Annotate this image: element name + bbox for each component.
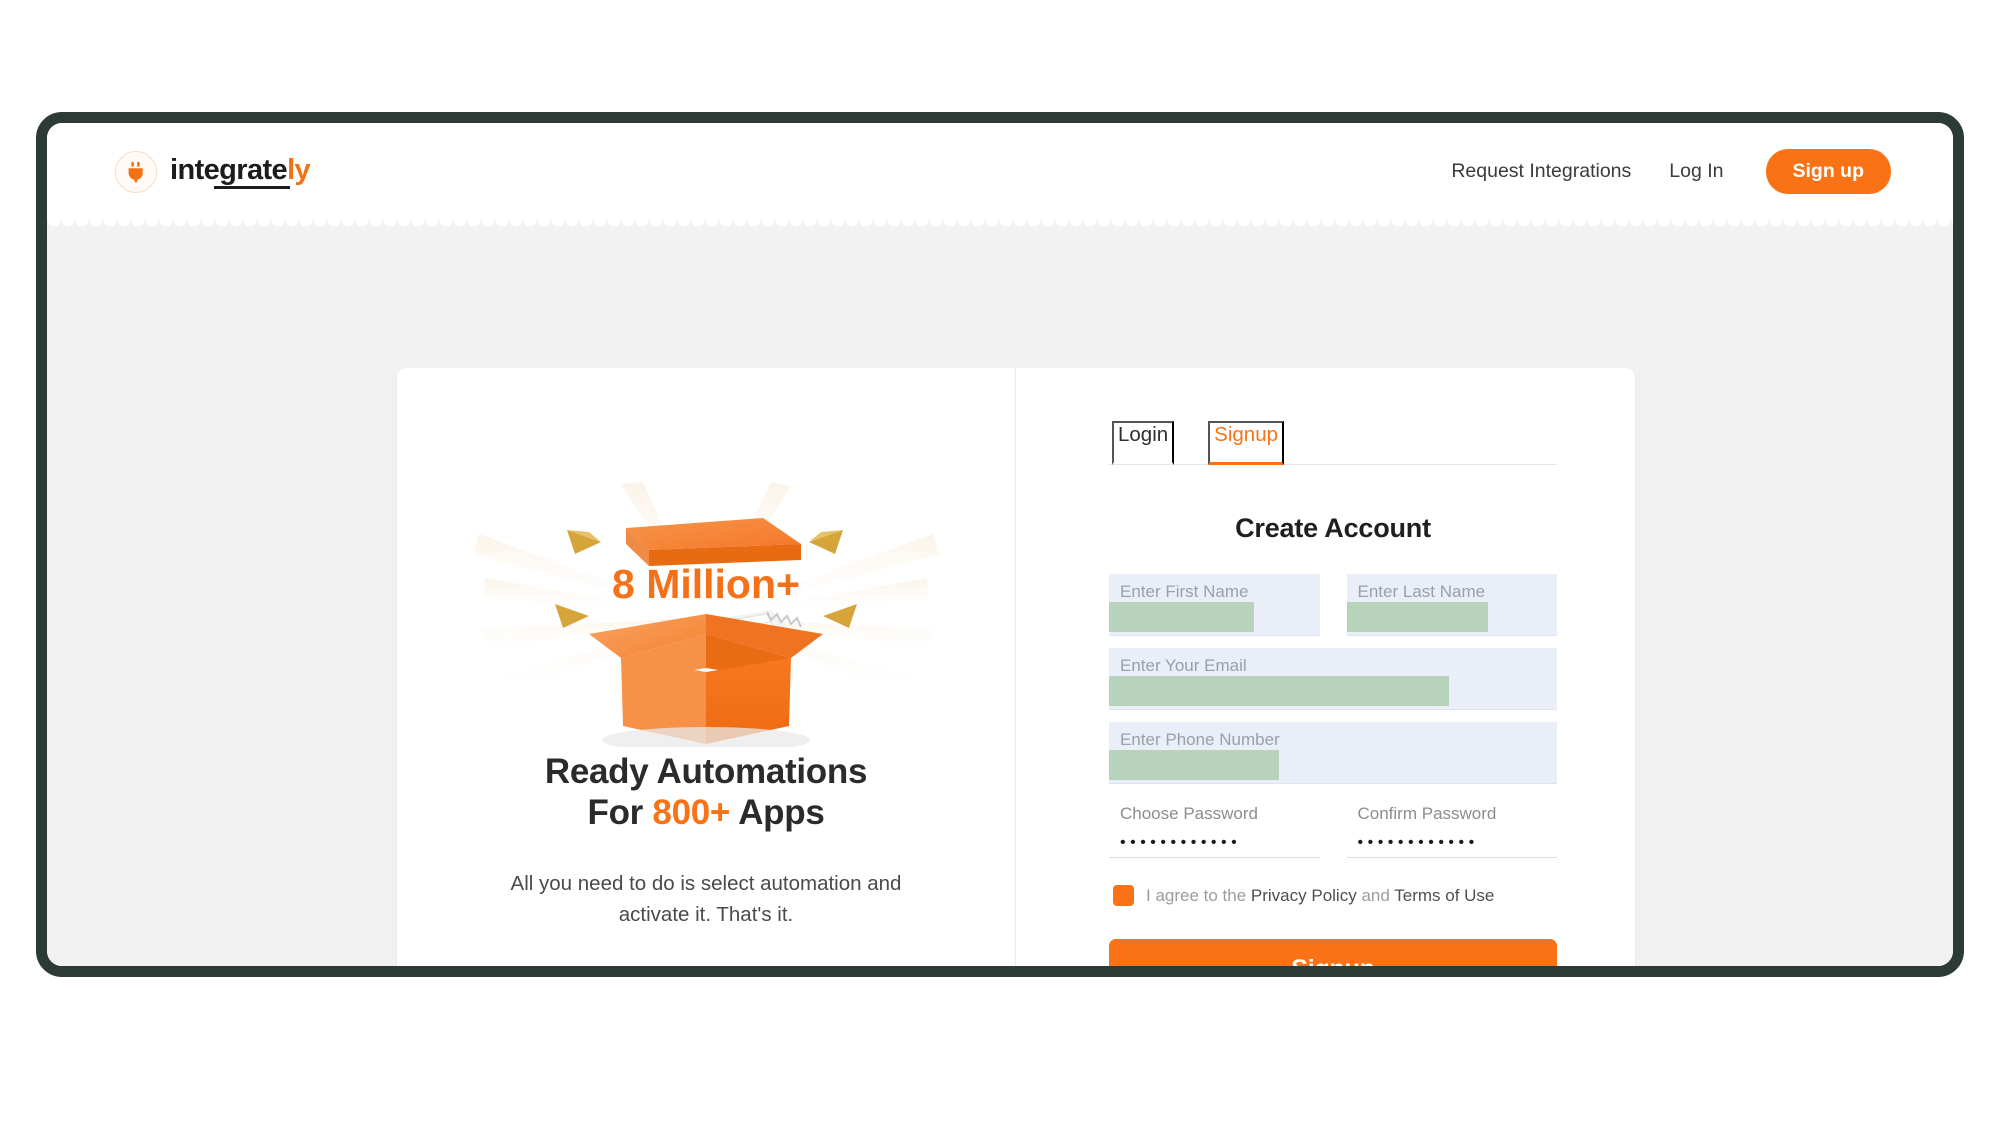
first-name-label: Enter First Name (1120, 582, 1249, 601)
form-panel: Login Signup Create Account Enter First … (1016, 368, 1635, 966)
plug-logo-icon (115, 150, 157, 193)
last-name-label: Enter Last Name (1357, 582, 1486, 601)
brand-logo[interactable]: integrately (115, 150, 311, 193)
sign-up-button[interactable]: Sign up (1765, 149, 1891, 194)
last-name-input[interactable]: Enter Last Name (1346, 574, 1557, 636)
signup-form: Enter First Name Enter Last Name Enter Y… (1109, 574, 1557, 966)
nav-log-in[interactable]: Log In (1669, 160, 1723, 183)
scalloped-divider (47, 220, 1953, 234)
terms-conjunction: and (1356, 885, 1395, 905)
first-name-redaction (1109, 602, 1255, 632)
brand-name: integrately (170, 155, 311, 189)
brand-underline (214, 185, 290, 189)
email-label: Enter Your Email (1120, 656, 1247, 675)
promo-heading-apps: Apps (738, 793, 825, 833)
confirm-password-label: Confirm Password (1357, 804, 1497, 823)
auth-tabs: Login Signup (1109, 421, 1557, 465)
terms-prefix: I agree to the (1146, 885, 1251, 905)
tab-login[interactable]: Login (1112, 421, 1175, 465)
promo-heading-count: 800+ (652, 793, 731, 833)
promo-subtitle: All you need to do is select automation … (510, 871, 902, 927)
nav-request-integrations[interactable]: Request Integrations (1451, 160, 1631, 183)
terms-text: I agree to the Privacy Policy and Terms … (1146, 886, 1494, 906)
auth-card: 8 Million+ Ready Automations For 800+ Ap… (397, 368, 1635, 966)
terms-of-use-link[interactable]: Terms of Use (1394, 886, 1494, 905)
password-input[interactable]: Choose Password •••••••••••• (1109, 796, 1320, 858)
phone-label: Enter Phone Number (1120, 730, 1280, 749)
first-name-input[interactable]: Enter First Name (1109, 574, 1320, 636)
form-title: Create Account (1235, 513, 1431, 543)
email-redaction (1109, 676, 1450, 706)
terms-checkbox[interactable] (1113, 885, 1134, 906)
password-value: •••••••••••• (1120, 834, 1242, 851)
site-header: integrately Request Integrations Log In … (47, 123, 1953, 220)
page-body: 8 Million+ Ready Automations For 800+ Ap… (47, 220, 1953, 966)
promo-badge-text: 8 Million+ (612, 561, 800, 607)
confirm-password-input[interactable]: Confirm Password •••••••••••• (1346, 796, 1557, 858)
last-name-redaction (1346, 602, 1488, 632)
promo-heading: Ready Automations For 800+ Apps (544, 751, 868, 834)
tab-signup[interactable]: Signup (1208, 421, 1285, 465)
email-field-row: Enter Your Email (1109, 648, 1557, 710)
terms-row: I agree to the Privacy Policy and Terms … (1109, 885, 1557, 906)
confirm-password-value: •••••••••••• (1357, 834, 1479, 851)
email-input[interactable]: Enter Your Email (1109, 648, 1557, 710)
signup-submit-button[interactable]: Signup (1109, 939, 1557, 966)
name-field-row: Enter First Name Enter Last Name (1109, 574, 1557, 636)
promo-panel: 8 Million+ Ready Automations For 800+ Ap… (397, 368, 1016, 966)
browser-frame: integrately Request Integrations Log In … (36, 112, 1964, 977)
promo-heading-line1: Ready Automations (544, 752, 868, 791)
promo-heading-for: For (587, 793, 643, 833)
phone-input[interactable]: Enter Phone Number (1109, 722, 1557, 784)
phone-redaction (1109, 750, 1280, 780)
password-field-row: Choose Password •••••••••••• Confirm Pas… (1109, 796, 1557, 858)
password-label: Choose Password (1120, 804, 1258, 823)
privacy-policy-link[interactable]: Privacy Policy (1251, 886, 1357, 905)
phone-field-row: Enter Phone Number (1109, 722, 1557, 784)
open-box-illustration: 8 Million+ (471, 482, 941, 747)
top-navigation: Request Integrations Log In Sign up (1451, 149, 1891, 194)
